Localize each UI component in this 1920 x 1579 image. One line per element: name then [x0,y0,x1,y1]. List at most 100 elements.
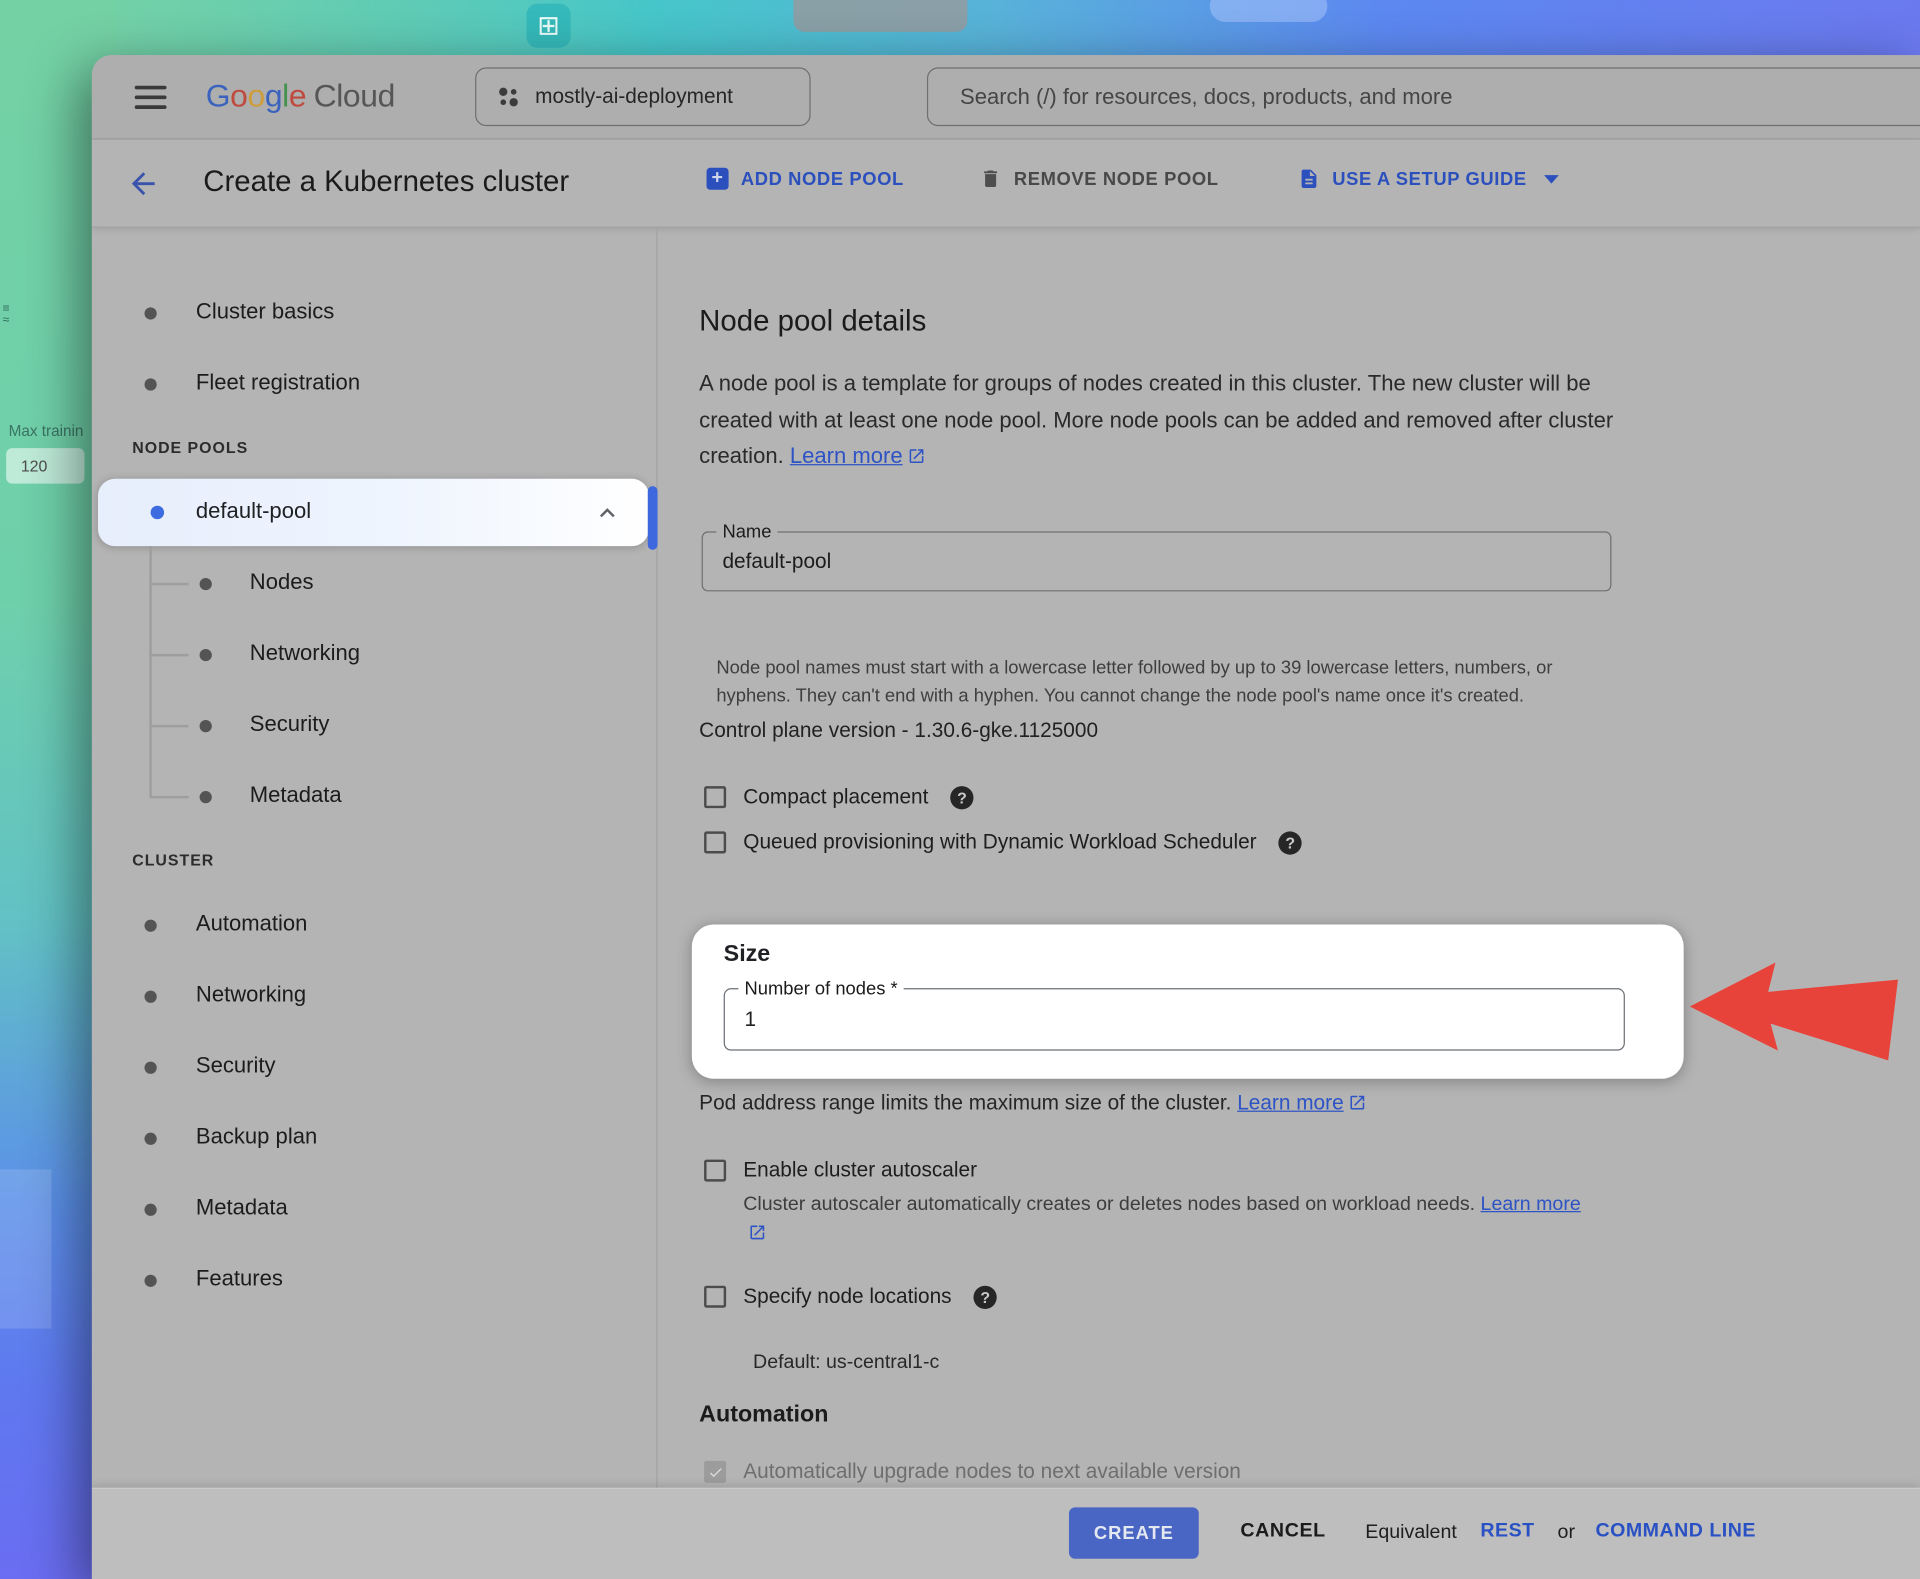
remove-node-pool-button[interactable]: REMOVE NODE POOL [980,168,1219,190]
sidebar-item-backup-plan[interactable]: Backup plan [196,1124,317,1150]
search-bar [927,67,1920,126]
step-dot [144,991,156,1003]
create-button[interactable]: CREATE [1069,1507,1199,1558]
external-link-icon [1349,1093,1367,1111]
sidebar-item-pool-security[interactable]: Security [250,711,330,737]
size-section-card: Size Number of nodes * [692,924,1684,1078]
external-link-icon [907,447,925,465]
node-pools-section-label: NODE POOLS [132,438,248,456]
section-intro: A node pool is a template for groups of … [699,366,1632,474]
step-dot [144,307,156,319]
step-dot [200,720,212,732]
sidebar-item-default-pool[interactable]: default-pool [98,479,649,546]
tree-connector [149,725,188,727]
step-dot-active [151,506,164,519]
create-cluster-dialog: GoogleCloud mostly-ai-deployment Create … [92,55,1920,1579]
background-field-label: Max trainin [9,422,90,439]
hamburger-menu-icon[interactable] [135,86,167,115]
queued-provisioning-row: Queued provisioning with Dynamic Workloa… [704,830,1302,854]
back-arrow-icon[interactable] [126,167,160,201]
step-dot [200,649,212,661]
trash-icon [980,168,1002,190]
project-name: mostly-ai-deployment [535,84,733,108]
help-icon[interactable]: ? [974,1285,997,1308]
help-icon[interactable]: ? [950,786,973,809]
selected-section-indicator [648,486,658,550]
compact-placement-checkbox[interactable] [704,786,726,808]
step-dot [144,378,156,390]
command-line-link[interactable]: COMMAND LINE [1596,1521,1756,1543]
screen: ⊞ ≡≈ Max trainin 120 GoogleCloud mostly-… [0,0,1920,1579]
cluster-autoscaler-checkbox[interactable] [704,1160,726,1182]
sidebar-item-pool-networking[interactable]: Networking [250,640,360,666]
dialog-footer: CREATE CANCEL Equivalent REST or COMMAND… [92,1488,1920,1579]
project-picker[interactable]: mostly-ai-deployment [475,67,811,126]
tree-connector [149,796,188,798]
external-link-icon [748,1223,766,1241]
cluster-autoscaler-row: Enable cluster autoscaler [704,1158,977,1182]
tree-connector [149,583,188,585]
default-location-note: Default: us-central1-c [753,1352,939,1374]
sidebar-item-security[interactable]: Security [196,1053,276,1079]
form-nav-sidebar: Cluster basics Fleet registration NODE P… [92,228,658,1488]
sidebar-item-pool-metadata[interactable]: Metadata [250,782,342,808]
learn-more-link[interactable]: Learn more [1237,1091,1367,1114]
chevron-down-icon [1544,174,1559,183]
learn-more-link[interactable]: Learn more [790,443,926,467]
chevron-up-icon[interactable] [593,498,622,527]
auto-upgrade-row: Automatically upgrade nodes to next avai… [704,1460,1241,1484]
control-plane-version: Control plane version - 1.30.6-gke.11250… [699,719,1098,743]
background-gray-shape [793,0,967,32]
name-input[interactable] [703,533,1610,591]
step-dot [200,578,212,590]
sidebar-item-metadata[interactable]: Metadata [196,1195,288,1221]
top-app-bar: GoogleCloud mostly-ai-deployment [92,55,1920,139]
help-icon[interactable]: ? [1279,831,1302,854]
document-icon [1298,168,1320,190]
equivalent-label: Equivalent [1365,1522,1456,1544]
name-field: Name [702,531,1612,591]
node-locations-checkbox[interactable] [704,1286,726,1308]
section-heading: Node pool details [699,305,926,339]
add-icon: + [707,168,729,190]
node-locations-row: Specify node locations ? [704,1284,997,1308]
cancel-button[interactable]: CANCEL [1240,1521,1325,1543]
google-cloud-logo: GoogleCloud [206,77,395,115]
number-of-nodes-field: Number of nodes * [724,988,1625,1050]
queued-provisioning-checkbox[interactable] [704,831,726,853]
background-tick-marks: ≡≈ [2,304,24,326]
background-panel-edge [0,1169,51,1328]
step-dot [144,1133,156,1145]
number-of-nodes-input[interactable] [725,989,1624,1049]
pod-range-note: Pod address range limits the maximum siz… [699,1091,1367,1115]
step-dot [144,920,156,932]
rest-link[interactable]: REST [1480,1521,1534,1543]
name-helper-text: Node pool names must start with a lowerc… [716,654,1622,710]
automation-heading: Automation [699,1402,828,1429]
autoscaler-description: Cluster autoscaler automatically creates… [743,1190,1603,1249]
background-blue-shape [1210,0,1328,22]
use-setup-guide-button[interactable]: USE A SETUP GUIDE [1298,168,1559,190]
background-app-icon: ⊞ [527,4,571,48]
page-header: Create a Kubernetes cluster + ADD NODE P… [92,140,1920,228]
sidebar-item-networking[interactable]: Networking [196,982,306,1008]
step-dot [200,791,212,803]
step-dot [144,1275,156,1287]
size-heading: Size [724,942,771,969]
step-dot [144,1062,156,1074]
or-label: or [1558,1522,1575,1544]
compact-placement-row: Compact placement ? [704,785,974,809]
check-icon [707,1464,723,1480]
auto-upgrade-checkbox[interactable] [704,1461,726,1483]
background-field-value: 120 [6,448,84,484]
sidebar-item-nodes[interactable]: Nodes [250,569,314,595]
sidebar-item-cluster-basics[interactable]: Cluster basics [196,299,334,325]
page-title: Create a Kubernetes cluster [203,165,569,199]
search-input[interactable] [928,69,1920,125]
add-node-pool-button[interactable]: + ADD NODE POOL [707,168,904,190]
cluster-section-label: CLUSTER [132,851,214,869]
step-dot [144,1204,156,1216]
sidebar-item-fleet-registration[interactable]: Fleet registration [196,370,360,396]
sidebar-item-features[interactable]: Features [196,1266,283,1292]
sidebar-item-automation[interactable]: Automation [196,911,308,937]
